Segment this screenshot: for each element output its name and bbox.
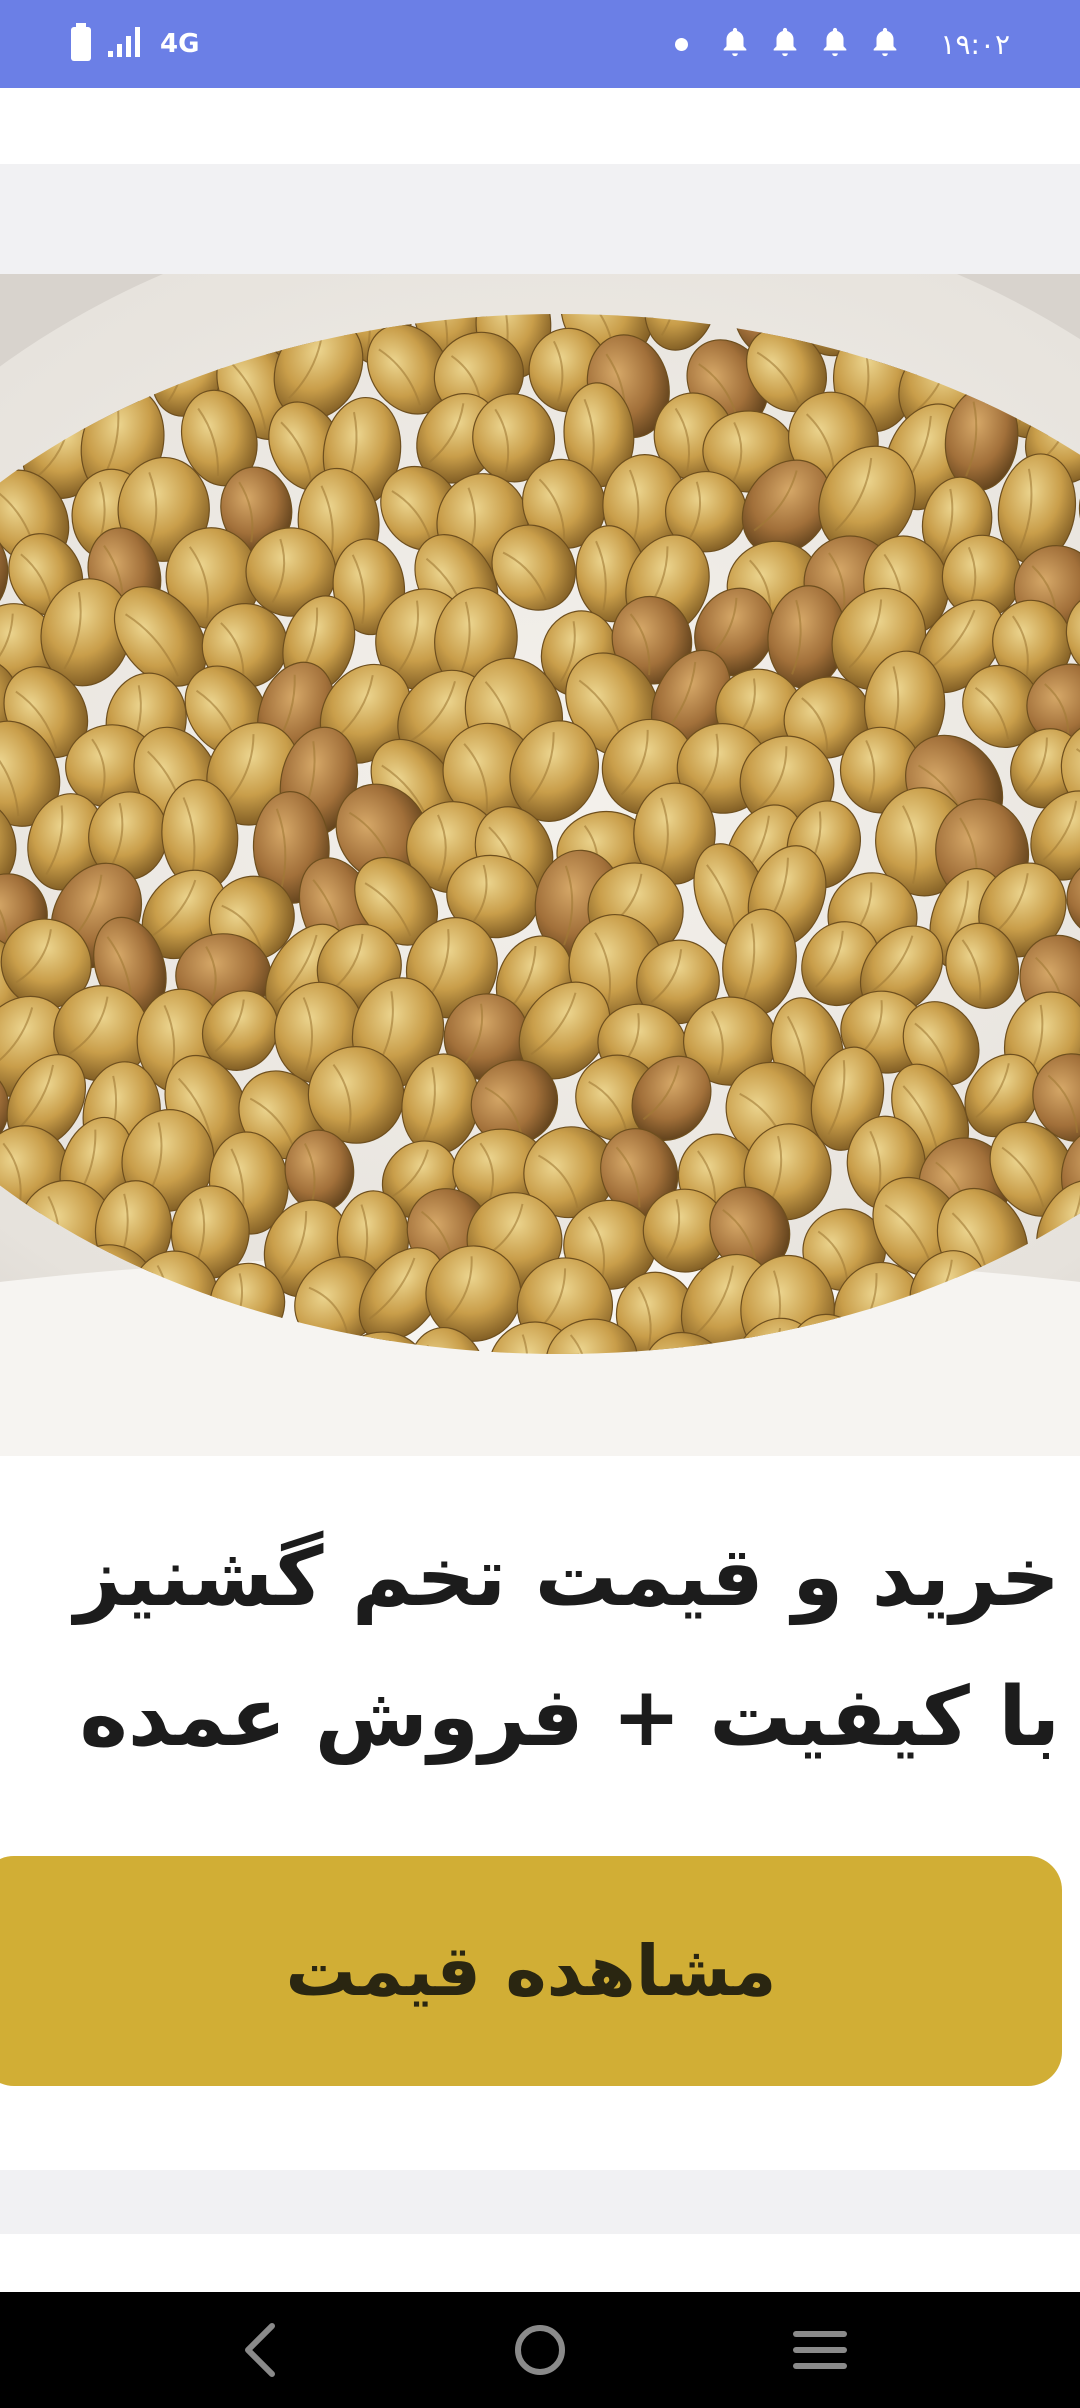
product-title: خرید و قیمت تخم گشنیز با کیفیت + فروش عم… — [74, 1530, 1060, 1765]
status-bar: 4G ۱۹:۰۲ — [0, 0, 1080, 88]
status-left-group: 4G — [70, 23, 199, 65]
section-divider-bottom — [0, 2170, 1080, 2234]
top-spacer — [0, 88, 1080, 164]
network-type-label: 4G — [160, 29, 200, 59]
product-image — [0, 274, 1080, 1456]
back-icon[interactable] — [215, 2305, 305, 2395]
menu-icon[interactable] — [775, 2305, 865, 2395]
bell-icon — [768, 25, 802, 63]
bell-icon — [818, 25, 852, 63]
bell-icon — [868, 25, 902, 63]
home-icon[interactable] — [495, 2305, 585, 2395]
signal-icon — [108, 27, 144, 61]
status-right-group: ۱۹:۰۲ — [675, 25, 1010, 63]
notification-dot-icon — [675, 37, 689, 51]
view-price-button[interactable]: مشاهده قیمت — [0, 1856, 1062, 2086]
navigation-bar — [0, 2292, 1080, 2408]
status-time: ۱۹:۰۲ — [940, 27, 1010, 61]
bell-icon — [718, 25, 752, 63]
battery-icon — [70, 23, 92, 65]
section-divider-top — [0, 164, 1080, 274]
